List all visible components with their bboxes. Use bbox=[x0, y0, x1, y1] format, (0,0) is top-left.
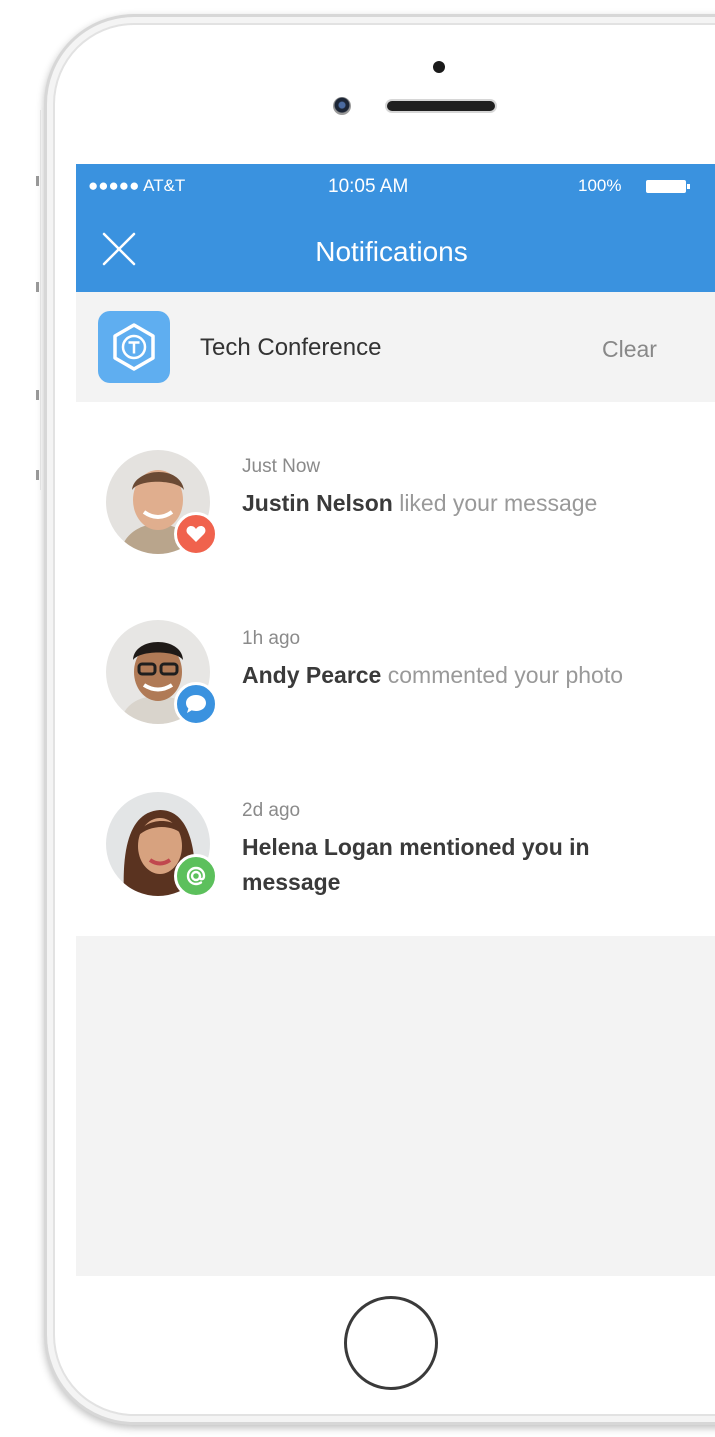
front-camera bbox=[333, 97, 351, 115]
home-button[interactable] bbox=[344, 1296, 438, 1390]
notification-list: Just Now Justin Nelson liked your messag… bbox=[76, 402, 715, 936]
conference-logo-icon bbox=[98, 311, 170, 383]
navigation-header: ●●●●● AT&T 10:05 AM 100% Notifications bbox=[76, 164, 715, 292]
notification-time: 1h ago bbox=[242, 628, 301, 649]
clear-button[interactable]: Clear bbox=[602, 336, 657, 363]
battery-percentage: 100% bbox=[578, 176, 622, 195]
carrier-label: ●●●●● AT&T bbox=[88, 176, 186, 195]
earpiece-speaker bbox=[387, 101, 495, 111]
at-icon-glyph bbox=[186, 866, 206, 886]
notification-user-surname: Nelson bbox=[316, 490, 393, 516]
heart-icon-glyph bbox=[186, 526, 206, 542]
conference-section-header: Tech Conference Clear bbox=[76, 292, 715, 402]
notification-text: Helena Logan mentioned you in message bbox=[242, 830, 652, 900]
background-fragment bbox=[0, 110, 41, 490]
notification-item[interactable]: 2d ago Helena Logan mentioned you in mes… bbox=[76, 746, 715, 906]
avatar bbox=[106, 620, 218, 726]
comment-icon-glyph bbox=[186, 695, 206, 713]
notification-time: Just Now bbox=[242, 456, 321, 477]
notification-time: 2d ago bbox=[242, 800, 301, 821]
heart-icon bbox=[174, 512, 218, 556]
sensor-dot bbox=[433, 61, 445, 73]
notification-action: commented your photo bbox=[381, 662, 623, 688]
comment-icon bbox=[174, 682, 218, 726]
notification-action: liked your message bbox=[392, 490, 598, 516]
at-icon bbox=[174, 854, 218, 898]
background-mark bbox=[36, 470, 39, 480]
page-title: Notifications bbox=[315, 236, 468, 267]
notification-user: Justin bbox=[242, 490, 310, 516]
avatar bbox=[106, 450, 218, 556]
page: ●●●●● AT&T 10:05 AM 100% Notifications T… bbox=[0, 0, 715, 1437]
status-bar: ●●●●● AT&T 10:05 AM 100% bbox=[76, 176, 715, 200]
notification-text: Andy Pearce commented your photo bbox=[242, 658, 652, 693]
notification-text: Justin Nelson liked your message bbox=[242, 486, 652, 521]
notification-item[interactable]: 1h ago Andy Pearce commented your photo bbox=[76, 574, 715, 734]
background-mark bbox=[36, 282, 39, 292]
phone-screen: ●●●●● AT&T 10:05 AM 100% Notifications T… bbox=[76, 164, 715, 1276]
background-mark bbox=[36, 390, 39, 400]
battery-icon bbox=[646, 180, 690, 193]
avatar bbox=[106, 792, 218, 898]
notification-user: Helena Logan mentioned you in message bbox=[242, 834, 590, 895]
background-mark bbox=[36, 176, 39, 186]
hexagon-t-logo-glyph bbox=[113, 323, 155, 371]
conference-title: Tech Conference bbox=[200, 334, 382, 361]
status-time: 10:05 AM bbox=[328, 176, 409, 197]
notification-item[interactable]: Just Now Justin Nelson liked your messag… bbox=[76, 402, 715, 562]
notification-user: Andy Pearce bbox=[242, 662, 382, 688]
